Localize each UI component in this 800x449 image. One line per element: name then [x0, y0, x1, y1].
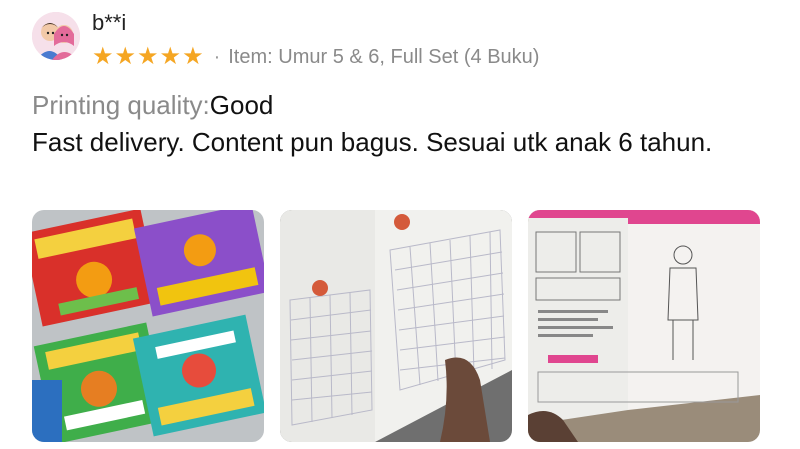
- printing-quality-line: Printing quality:Good: [32, 90, 273, 121]
- separator-dot: ·: [213, 45, 221, 68]
- rating-row: ★ ★ ★ ★ ★ · Item: Umur 5 & 6, Full Set (…: [92, 44, 539, 70]
- star-icon: ★: [159, 43, 182, 70]
- star-icon: ★: [114, 43, 137, 70]
- quality-label: Printing quality:: [32, 90, 210, 120]
- workbook-illustration-image: [528, 210, 760, 442]
- books-cover-photo[interactable]: [32, 210, 264, 442]
- workbook-illustration-page-photo[interactable]: [528, 210, 760, 442]
- review-comment: Fast delivery. Content pun bagus. Sesuai…: [32, 127, 713, 157]
- product-variation: Item: Umur 5 & 6, Full Set (4 Buku): [228, 45, 540, 68]
- star-icon: ★: [182, 43, 204, 70]
- workbook-grid-image: [280, 210, 512, 442]
- avatar-illustration-icon: [32, 12, 80, 60]
- quality-value: Good: [209, 90, 274, 120]
- review-photos: [32, 210, 760, 442]
- reviewer-avatar[interactable]: [32, 12, 80, 60]
- reviewer-username: b**i: [92, 10, 127, 35]
- star-rating: ★ ★ ★ ★ ★: [92, 45, 204, 69]
- books-cover-image: [32, 210, 264, 442]
- workbook-grid-page-photo[interactable]: [280, 210, 512, 442]
- star-icon: ★: [137, 43, 159, 70]
- star-icon: ★: [92, 43, 114, 70]
